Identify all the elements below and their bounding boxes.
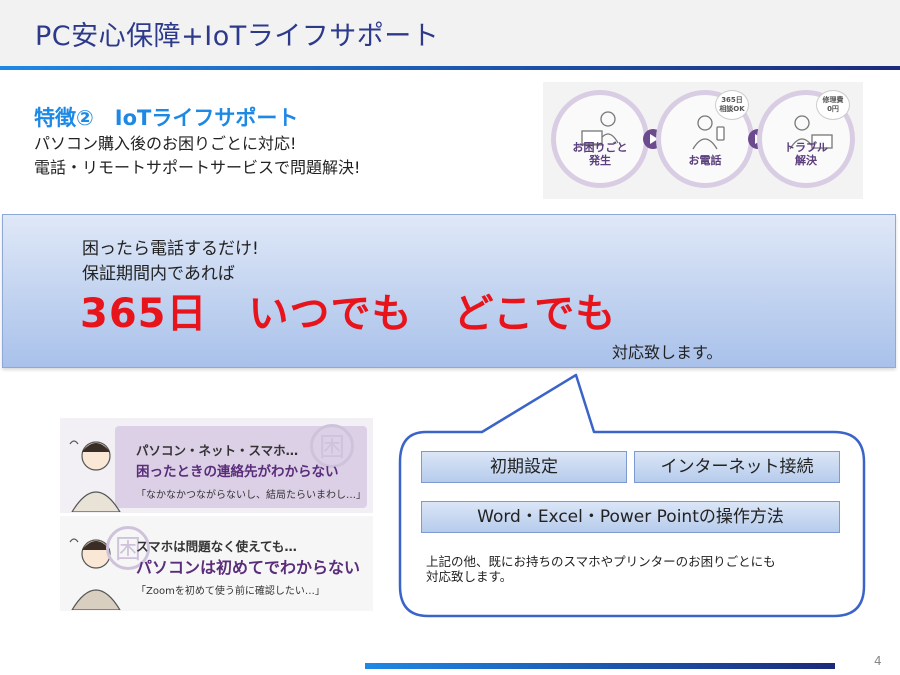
banner-line-1: 困ったら電話するだけ! (82, 239, 259, 259)
card-quote: 「Zoomを初めて使う前に確認したい…」 (136, 586, 325, 597)
badge-repair-fee: 修理費 0円 (816, 90, 850, 120)
flow-step-call-label: お電話 (688, 154, 722, 167)
card-heading: パソコン・ネット・スマホ… (136, 443, 299, 458)
problem-card: 困 スマホは問題なく使えても… パソコンは初めてでわからない 「Zoomを初めて… (60, 516, 373, 611)
office-operation-button[interactable]: Word・Excel・Power Pointの操作方法 (421, 501, 840, 533)
footer-rule (365, 663, 835, 669)
problem-card: 困 パソコン・ネット・スマホ… 困ったときの連絡先がわからない 「なかなかつなが… (60, 418, 373, 513)
feature-heading: 特徴② IoTライフサポート (34, 106, 299, 130)
card-heading: スマホは問題なく使えても… (136, 539, 297, 554)
title-underline (0, 66, 900, 70)
banner-headline: 365日 いつでも どこでも (80, 291, 617, 337)
bubble-note: 上記の他、既にお持ちのスマホやプリンターのお困りごとにも 対応致します。 (426, 554, 776, 584)
initial-setup-button[interactable]: 初期設定 (421, 451, 627, 483)
internet-connection-button[interactable]: インターネット接続 (634, 451, 840, 483)
card-quote: 「なかなかつながらないし、結局たらいまわし…」 (136, 490, 366, 501)
feature-description-line-1: パソコン購入後のお困りごとに対応! (34, 134, 297, 153)
banner-tail: 対応致します。 (612, 343, 723, 362)
slide-title: PC安心保障+IoTライフサポート (35, 21, 440, 52)
support-flow-illustration: お困りごと 発生 お電話 365日 相談OK トラブル 解決 修理費 0円 (543, 82, 863, 199)
flow-step-trouble-label: お困りごと 発生 (572, 141, 628, 167)
flow-step-trouble: お困りごと 発生 (551, 90, 649, 188)
badge-365-days: 365日 相談OK (715, 90, 749, 120)
card-problem: 困ったときの連絡先がわからない (136, 464, 339, 480)
card-problem: パソコンは初めてでわからない (136, 558, 361, 577)
feature-description-line-2: 電話・リモートサポートサービスで問題解決! (34, 158, 361, 177)
page-number: 4 (874, 654, 882, 668)
flow-step-resolved-label: トラブル 解決 (784, 141, 828, 167)
worried-person-icon (69, 440, 121, 512)
